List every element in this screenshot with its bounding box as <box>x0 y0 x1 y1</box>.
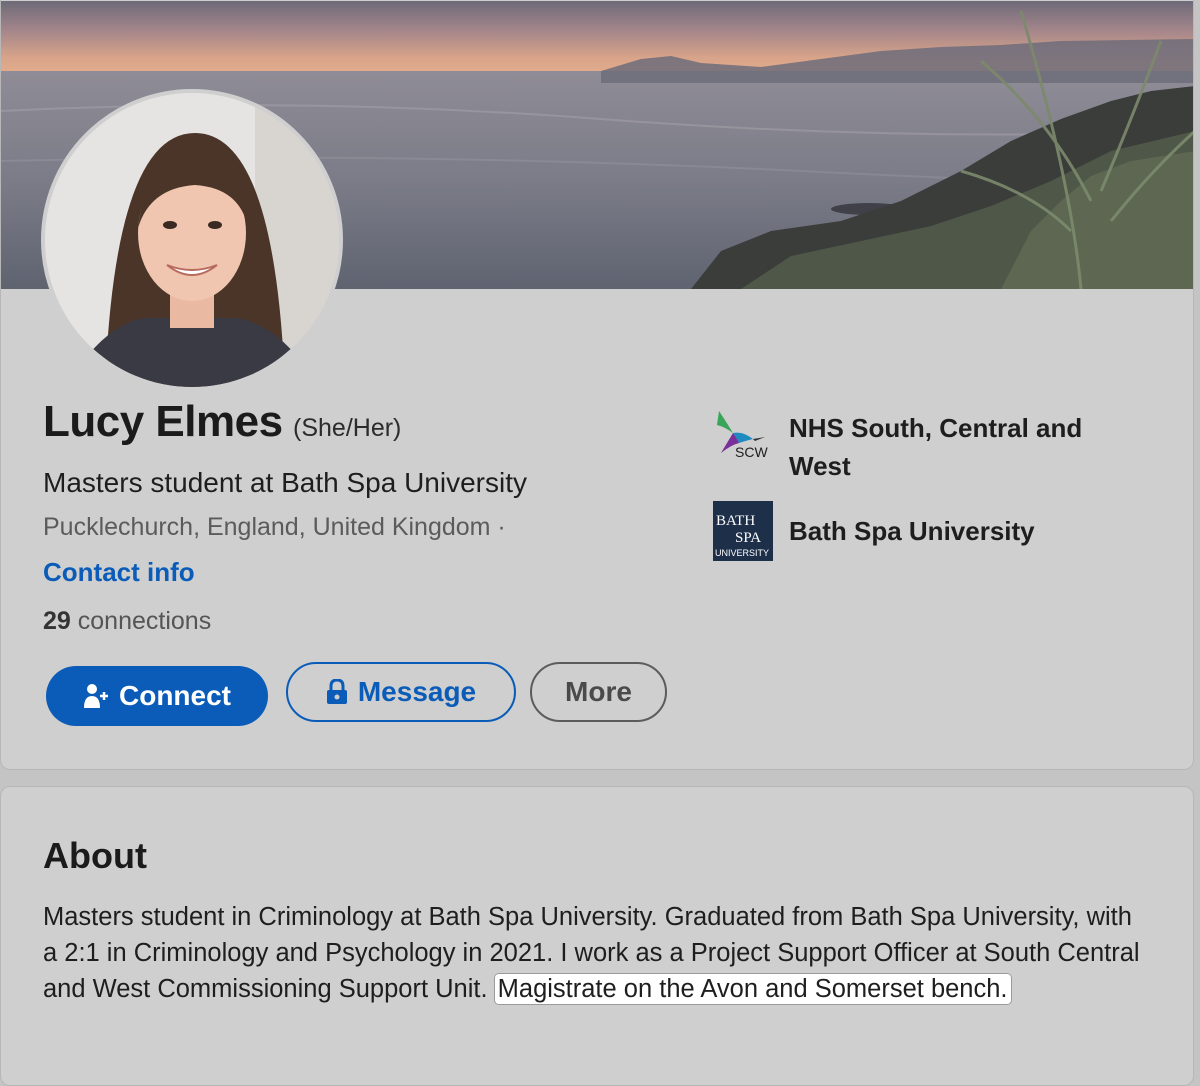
name-row: Lucy Elmes (She/Her) <box>43 397 401 447</box>
about-title: About <box>43 835 147 876</box>
education-institution[interactable]: BATH SPA UNIVERSITY Bath Spa University <box>713 501 1119 561</box>
current-employer[interactable]: SCW NHS South, Central and West <box>713 409 1119 485</box>
about-text: Masters student in Criminology at Bath S… <box>43 899 1153 1007</box>
education-name: Bath Spa University <box>789 516 1035 546</box>
connections-label: connections <box>77 607 212 635</box>
profile-photo[interactable] <box>41 89 343 391</box>
nhs-scw-logo: SCW <box>713 409 773 469</box>
message-button[interactable]: Message <box>286 662 516 722</box>
profile-headline: Masters student at Bath Spa University <box>43 467 527 498</box>
profile-photo-image <box>45 93 339 387</box>
employer-name: NHS South, Central and West <box>789 413 1083 481</box>
connect-button[interactable]: Connect <box>46 666 268 726</box>
profile-name: Lucy Elmes <box>43 397 283 446</box>
profile-card: Lucy Elmes (She/Her) Masters student at … <box>0 0 1194 770</box>
bath-spa-university-logo: BATH SPA UNIVERSITY <box>713 501 773 561</box>
connections-number: 29 <box>43 607 71 635</box>
logo-text-bath: BATH <box>716 513 755 529</box>
connect-button-label: Connect <box>119 680 231 711</box>
pronouns: (She/Her) <box>293 414 402 442</box>
more-button[interactable]: More <box>530 662 667 722</box>
logo-text-university: UNIVERSITY <box>715 548 769 558</box>
message-button-label: Message <box>357 676 477 707</box>
contact-info-link[interactable]: Contact info <box>43 557 195 588</box>
logo-text-spa: SPA <box>735 530 761 546</box>
scw-logo-text: SCW <box>735 444 768 460</box>
connections-count: 29 connections <box>43 607 211 636</box>
lock-icon <box>326 679 348 705</box>
profile-location: Pucklechurch, England, United Kingdom · <box>43 513 506 541</box>
about-highlighted-text: Magistrate on the Avon and Somerset benc… <box>494 974 1011 1004</box>
add-person-icon <box>83 683 109 709</box>
about-card: About Masters student in Criminology at … <box>0 786 1194 1086</box>
more-button-label: More <box>565 676 632 707</box>
